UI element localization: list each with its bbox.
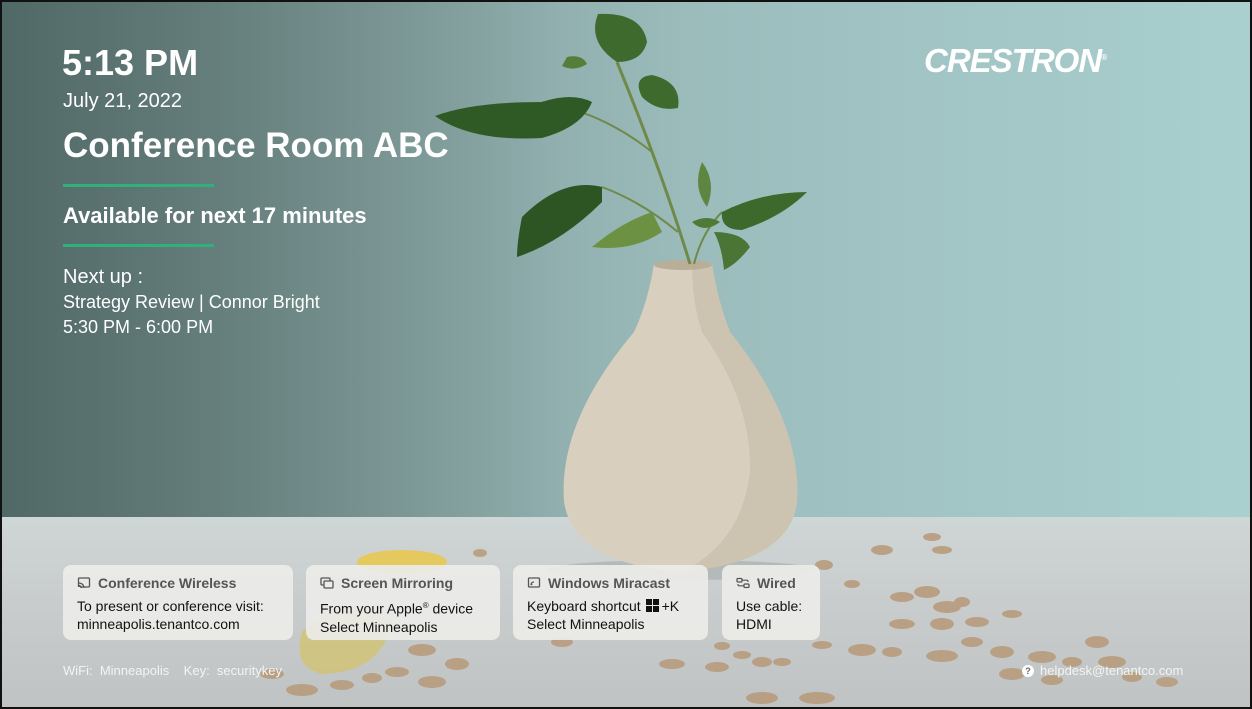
card-title: Windows Miracast — [548, 575, 671, 591]
divider-bottom — [63, 244, 214, 247]
logo-text: CRESTRON — [924, 42, 1102, 79]
windows-logo-icon — [645, 599, 659, 612]
card-conference-wireless: Conference Wireless To present or confer… — [63, 565, 293, 640]
logo-registered-mark: ® — [1101, 53, 1107, 62]
screen-mirror-icon — [320, 577, 334, 589]
current-date: July 21, 2022 — [63, 90, 182, 112]
card-line-1: From your Apple® device — [320, 600, 473, 617]
wireless-url: minneapolis.tenantco.com — [77, 616, 240, 632]
card-title: Screen Mirroring — [341, 575, 454, 591]
helpdesk-contact: ? helpdesk@tenantco.com — [1022, 663, 1183, 678]
card-line-2: HDMI — [736, 616, 772, 632]
wifi-key: securitykey — [216, 663, 282, 678]
crestron-logo: CRESTRON® — [924, 42, 1107, 80]
card-header: Conference Wireless — [77, 575, 279, 591]
card-title: Wired — [757, 575, 796, 591]
helpdesk-email: helpdesk@tenantco.com — [1040, 663, 1184, 678]
current-time: 5:13 PM — [62, 42, 199, 83]
cast-icon — [77, 577, 91, 590]
cable-icon — [736, 577, 750, 589]
help-icon: ? — [1022, 664, 1034, 677]
card-header: Wired — [736, 575, 806, 591]
card-header: Windows Miracast — [527, 575, 694, 591]
divider-top — [63, 184, 214, 187]
card-line-2: Select Minneapolis — [320, 618, 438, 635]
card-screen-mirroring: Screen Mirroring From your Apple® device… — [306, 565, 500, 640]
card-line-2: Select Minneapolis — [527, 616, 645, 632]
next-up-heading: Next up : — [63, 266, 144, 288]
card-windows-miracast: Windows Miracast Keyboard shortcut +K Sel… — [513, 565, 708, 640]
card-wired: Wired Use cable: HDMI — [722, 565, 820, 640]
next-meeting-time: 5:30 PM - 6:00 PM — [63, 317, 214, 337]
card-header: Screen Mirroring — [320, 575, 486, 591]
card-line-1: Use cable: — [736, 598, 803, 614]
room-scheduler-screen: 5:13 PM July 21, 2022 Conference Room AB… — [0, 0, 1252, 709]
availability-status: Available for next 17 minutes — [63, 203, 367, 228]
room-name: Conference Room ABC — [63, 126, 449, 165]
miracast-icon — [527, 577, 541, 588]
wifi-key-label: Key: — [183, 663, 210, 678]
card-line-1: To present or conference visit: — [77, 598, 264, 614]
wifi-info: WiFi: Minneapolis Key: securitykey — [63, 663, 282, 678]
wifi-label: WiFi: — [63, 663, 93, 678]
card-line-1: Keyboard shortcut +K — [527, 598, 680, 614]
card-title: Conference Wireless — [98, 575, 237, 591]
wifi-network: Minneapolis — [99, 663, 170, 678]
next-meeting-title: Strategy Review | Connor Bright — [63, 292, 320, 312]
